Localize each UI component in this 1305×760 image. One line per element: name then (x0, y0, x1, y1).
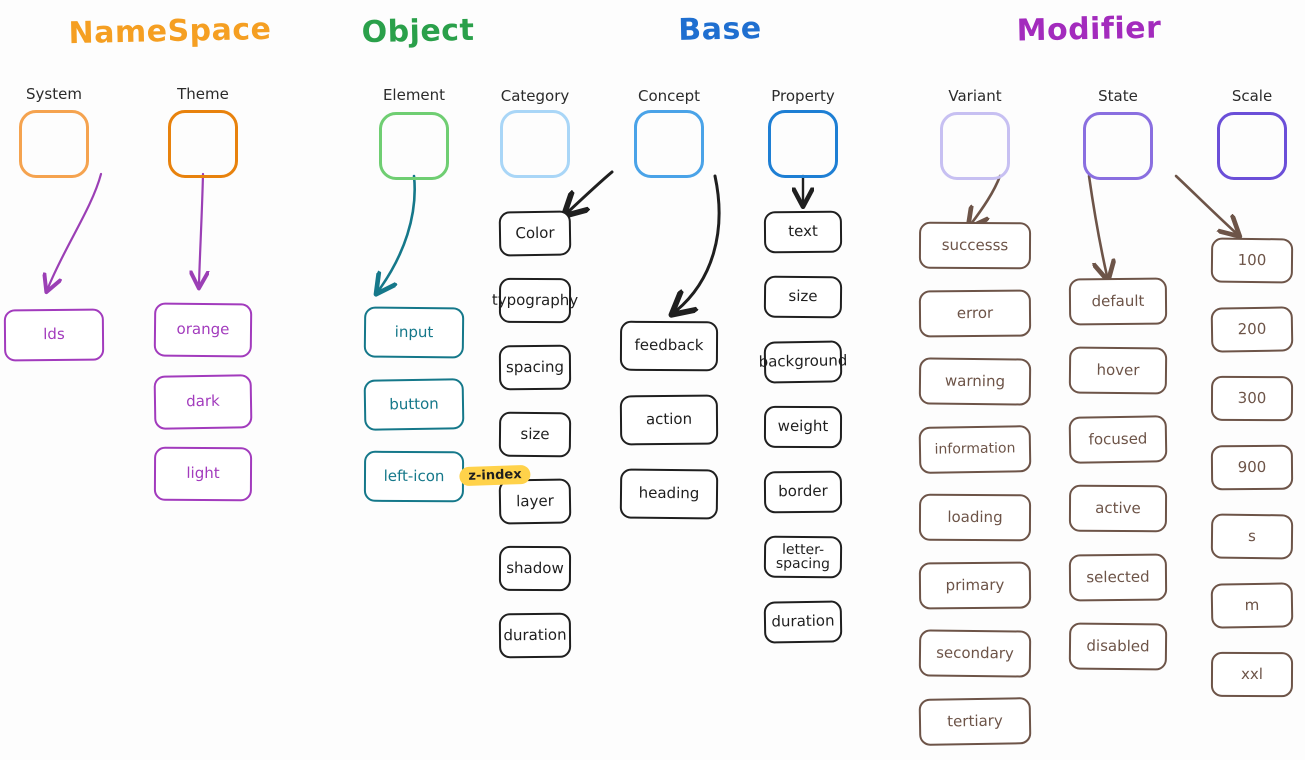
column-swatch-scale[interactable] (1217, 112, 1287, 180)
node-concept-1[interactable]: action (619, 394, 719, 446)
section-title-modifier: Modifier (1016, 10, 1162, 49)
node-theme-1[interactable]: dark (153, 374, 253, 430)
node-element-0[interactable]: input (363, 306, 465, 359)
node-system-0[interactable]: lds (3, 308, 105, 362)
node-state-0[interactable]: default (1068, 277, 1168, 326)
node-theme-2[interactable]: light (153, 446, 253, 502)
node-variant-2[interactable]: warning (918, 357, 1032, 406)
column-caption-category: Category (500, 87, 570, 105)
arrow-category-to-color (568, 170, 614, 212)
node-variant-7[interactable]: tertiary (918, 697, 1032, 746)
arrow-scale-to-100 (1174, 174, 1236, 233)
node-state-2[interactable]: focused (1068, 415, 1168, 464)
node-category-2[interactable]: spacing (498, 344, 572, 391)
diagram-canvas: NameSpace System lds Theme orange dark light Ob… (0, 0, 1305, 760)
node-property-6[interactable]: duration (763, 600, 843, 644)
arrow-concept-to-feedback (676, 174, 721, 311)
node-scale-1[interactable]: 200 (1210, 306, 1294, 353)
arrow-variant-to-successs (971, 174, 1002, 224)
node-variant-3[interactable]: information (918, 425, 1032, 474)
column-caption-concept: Concept (637, 87, 701, 105)
node-scale-4[interactable]: s (1210, 513, 1294, 560)
node-property-3[interactable]: weight (763, 405, 843, 449)
node-variant-6[interactable]: secondary (918, 629, 1032, 678)
node-property-2[interactable]: background (758, 340, 847, 384)
arrow-system-to-lds (48, 172, 103, 288)
node-concept-0[interactable]: feedback (619, 320, 719, 372)
node-category-4[interactable]: layer (498, 478, 572, 525)
node-element-2[interactable]: left-icon (363, 450, 465, 503)
section-title-base: Base (677, 11, 763, 48)
arrow-theme-to-orange (199, 172, 203, 284)
section-title-namespace: NameSpace (68, 11, 272, 52)
node-category-5[interactable]: shadow (498, 545, 572, 592)
column-caption-scale: Scale (1231, 87, 1273, 105)
annotation-z-index-note: z-index (459, 464, 531, 487)
column-swatch-category[interactable] (500, 110, 570, 178)
node-concept-2[interactable]: heading (619, 468, 719, 520)
column-swatch-element[interactable] (379, 112, 449, 180)
node-property-1[interactable]: size (763, 275, 843, 319)
node-property-4[interactable]: border (763, 470, 843, 514)
column-caption-theme: Theme (177, 85, 229, 103)
node-scale-5[interactable]: m (1210, 582, 1294, 629)
column-swatch-variant[interactable] (940, 112, 1010, 180)
node-scale-3[interactable]: 900 (1210, 444, 1294, 491)
column-caption-element: Element (382, 86, 446, 104)
node-scale-2[interactable]: 300 (1210, 375, 1294, 422)
node-variant-0[interactable]: successs (918, 221, 1032, 270)
node-theme-0[interactable]: orange (153, 302, 253, 358)
node-category-0[interactable]: Color (498, 210, 572, 257)
node-state-3[interactable]: active (1068, 484, 1168, 533)
arrow-element-to-input (379, 174, 416, 290)
column-swatch-state[interactable] (1083, 112, 1153, 180)
node-scale-0[interactable]: 100 (1210, 237, 1294, 284)
node-variant-5[interactable]: primary (918, 561, 1032, 610)
node-state-1[interactable]: hover (1068, 346, 1168, 395)
node-variant-1[interactable]: error (918, 289, 1032, 338)
node-variant-4[interactable]: loading (918, 493, 1032, 542)
node-state-4[interactable]: selected (1068, 553, 1168, 602)
node-property-0[interactable]: text (763, 210, 843, 254)
arrow-state-to-default (1087, 174, 1107, 276)
column-caption-property: Property (771, 87, 835, 105)
column-swatch-system[interactable] (19, 110, 89, 178)
node-state-5[interactable]: disabled (1068, 622, 1168, 671)
column-swatch-theme[interactable] (168, 110, 238, 178)
section-title-object: Object (361, 12, 475, 51)
node-category-6[interactable]: duration (498, 612, 572, 659)
node-category-3[interactable]: size (498, 411, 572, 458)
node-element-1[interactable]: button (363, 378, 465, 431)
node-scale-6[interactable]: xxl (1210, 651, 1294, 698)
column-caption-state: State (1098, 87, 1138, 105)
column-caption-system: System (26, 85, 82, 103)
node-category-1[interactable]: typography (492, 277, 578, 324)
column-caption-variant: Variant (948, 87, 1002, 105)
column-swatch-property[interactable] (768, 110, 838, 178)
column-swatch-concept[interactable] (634, 110, 704, 178)
node-property-5[interactable]: letter- spacing (763, 535, 843, 579)
